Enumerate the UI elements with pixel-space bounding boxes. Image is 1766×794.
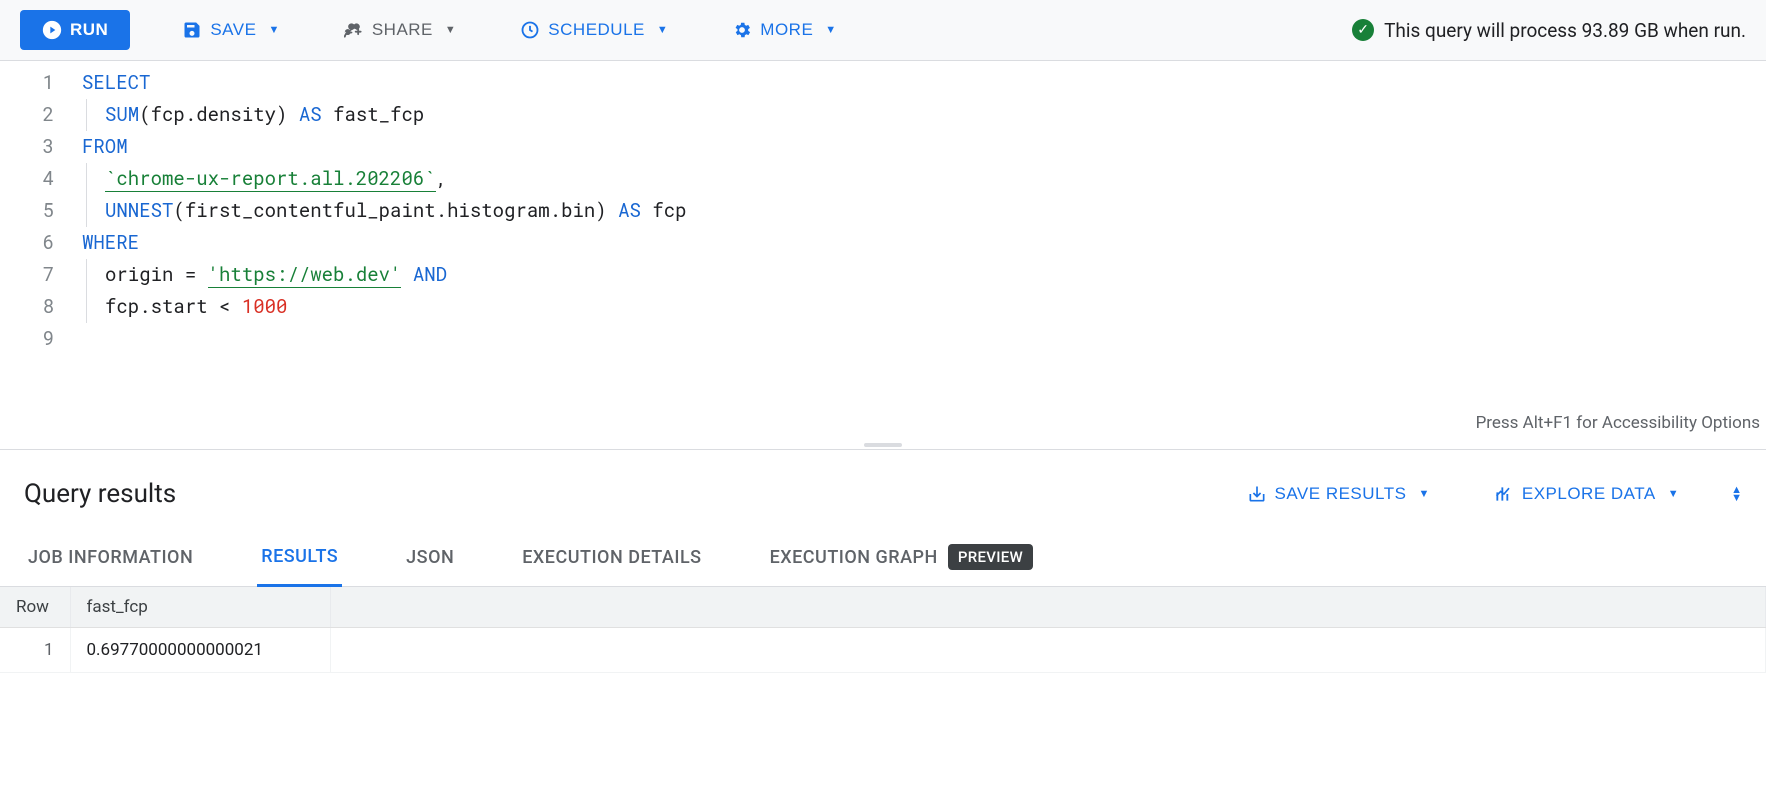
more-button[interactable]: MORE ▼ <box>720 12 848 48</box>
col-empty <box>330 587 1766 628</box>
chevron-down-icon: ▼ <box>657 24 668 36</box>
more-label: MORE <box>760 20 813 40</box>
share-button[interactable]: SHARE ▼ <box>332 12 468 48</box>
results-title: Query results <box>24 479 176 509</box>
kw-select: SELECT <box>82 70 150 95</box>
str-origin: 'https://web.dev' <box>208 262 402 288</box>
line-gutter: 123456789 <box>0 67 70 441</box>
cell-fast-fcp: 0.69770000000000021 <box>70 628 330 673</box>
save-button[interactable]: SAVE ▼ <box>170 12 291 48</box>
kw-where: WHERE <box>82 230 139 255</box>
save-icon <box>182 20 202 40</box>
tab-results[interactable]: RESULTS <box>257 528 342 587</box>
chevron-down-icon: ▼ <box>268 24 279 36</box>
share-icon <box>344 20 364 40</box>
code-area[interactable]: SELECT SUM(fcp.density) AS fast_fcp FROM… <box>70 67 1766 441</box>
kw-from: FROM <box>82 134 128 159</box>
schedule-label: SCHEDULE <box>548 20 645 40</box>
play-icon <box>42 20 62 40</box>
num-threshold: 1000 <box>242 294 288 319</box>
fn-unnest: UNNEST <box>105 198 173 223</box>
explore-data-button[interactable]: EXPLORE DATA ▼ <box>1482 476 1691 512</box>
save-results-button[interactable]: SAVE RESULTS ▼ <box>1235 476 1442 512</box>
query-status: ✓ This query will process 93.89 GB when … <box>1352 19 1746 42</box>
schedule-button[interactable]: SCHEDULE ▼ <box>508 12 680 48</box>
tab-execution-graph[interactable]: EXECUTION GRAPH PREVIEW <box>766 528 1037 586</box>
toolbar: RUN SAVE ▼ SHARE ▼ SCHEDULE ▼ MORE ▼ ✓ T… <box>0 0 1766 61</box>
table-ref: `chrome-ux-report.all.202206` <box>105 166 436 192</box>
chevron-down-icon: ▼ <box>1731 494 1742 502</box>
results-table: Row fast_fcp 1 0.69770000000000021 <box>0 587 1766 673</box>
expand-collapse-toggle[interactable]: ▲ ▼ <box>1731 486 1742 502</box>
pane-resize-handle[interactable] <box>0 441 1766 449</box>
fn-sum: SUM <box>105 102 139 127</box>
sql-editor[interactable]: 123456789 SELECT SUM(fcp.density) AS fas… <box>0 61 1766 441</box>
table-header-row: Row fast_fcp <box>0 587 1766 628</box>
chart-icon <box>1494 484 1514 504</box>
tab-json[interactable]: JSON <box>402 528 458 586</box>
share-label: SHARE <box>372 20 433 40</box>
gear-icon <box>732 20 752 40</box>
run-label: RUN <box>70 20 108 40</box>
col-row: Row <box>0 587 70 628</box>
preview-badge: PREVIEW <box>948 544 1033 570</box>
chevron-down-icon: ▼ <box>445 24 456 36</box>
run-button[interactable]: RUN <box>20 10 130 50</box>
download-icon <box>1247 484 1267 504</box>
tab-execution-details[interactable]: EXECUTION DETAILS <box>518 528 705 586</box>
a11y-hint: Press Alt+F1 for Accessibility Options <box>1476 407 1760 439</box>
chevron-down-icon: ▼ <box>1668 488 1679 500</box>
results-tabs: JOB INFORMATION RESULTS JSON EXECUTION D… <box>0 528 1766 587</box>
col-fast-fcp: fast_fcp <box>70 587 330 628</box>
chevron-down-icon: ▼ <box>1418 488 1429 500</box>
explore-data-label: EXPLORE DATA <box>1522 484 1656 504</box>
cell-row-num: 1 <box>0 628 70 673</box>
save-label: SAVE <box>210 20 256 40</box>
status-text: This query will process 93.89 GB when ru… <box>1384 19 1746 42</box>
save-results-label: SAVE RESULTS <box>1275 484 1407 504</box>
table-row[interactable]: 1 0.69770000000000021 <box>0 628 1766 673</box>
tab-job-information[interactable]: JOB INFORMATION <box>24 528 197 586</box>
check-icon: ✓ <box>1352 19 1374 41</box>
results-header: Query results SAVE RESULTS ▼ EXPLORE DAT… <box>0 449 1766 528</box>
chevron-down-icon: ▼ <box>825 24 836 36</box>
clock-icon <box>520 20 540 40</box>
